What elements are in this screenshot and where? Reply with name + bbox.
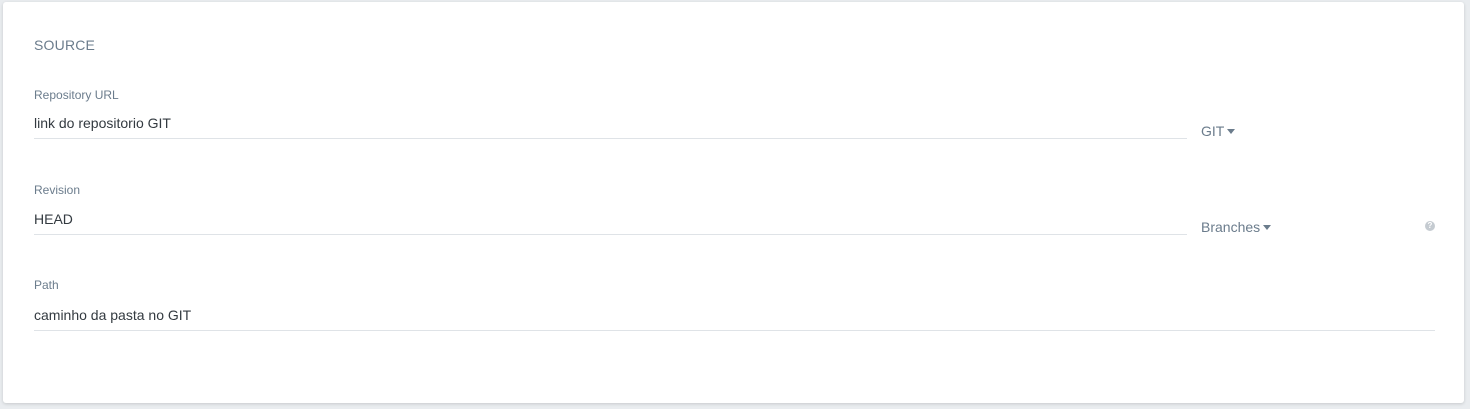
caret-down-icon — [1227, 129, 1236, 134]
caret-down-icon — [1263, 225, 1272, 230]
repository-url-input[interactable] — [34, 107, 1187, 139]
revision-ref-label: Branches — [1201, 219, 1261, 235]
revision-input[interactable] — [34, 203, 1187, 235]
repository-url-label: Repository URL — [34, 88, 119, 102]
path-label: Path — [34, 278, 59, 292]
repo-type-label: GIT — [1201, 123, 1225, 139]
revision-label: Revision — [34, 183, 81, 197]
help-icon[interactable]: ? — [1425, 221, 1435, 231]
section-title: SOURCE — [34, 37, 96, 53]
path-input[interactable] — [34, 299, 1435, 331]
revision-ref-dropdown[interactable]: Branches — [1201, 219, 1272, 235]
source-card: SOURCE Repository URL GIT Revision Branc… — [3, 2, 1464, 403]
repo-type-dropdown[interactable]: GIT — [1201, 123, 1236, 139]
